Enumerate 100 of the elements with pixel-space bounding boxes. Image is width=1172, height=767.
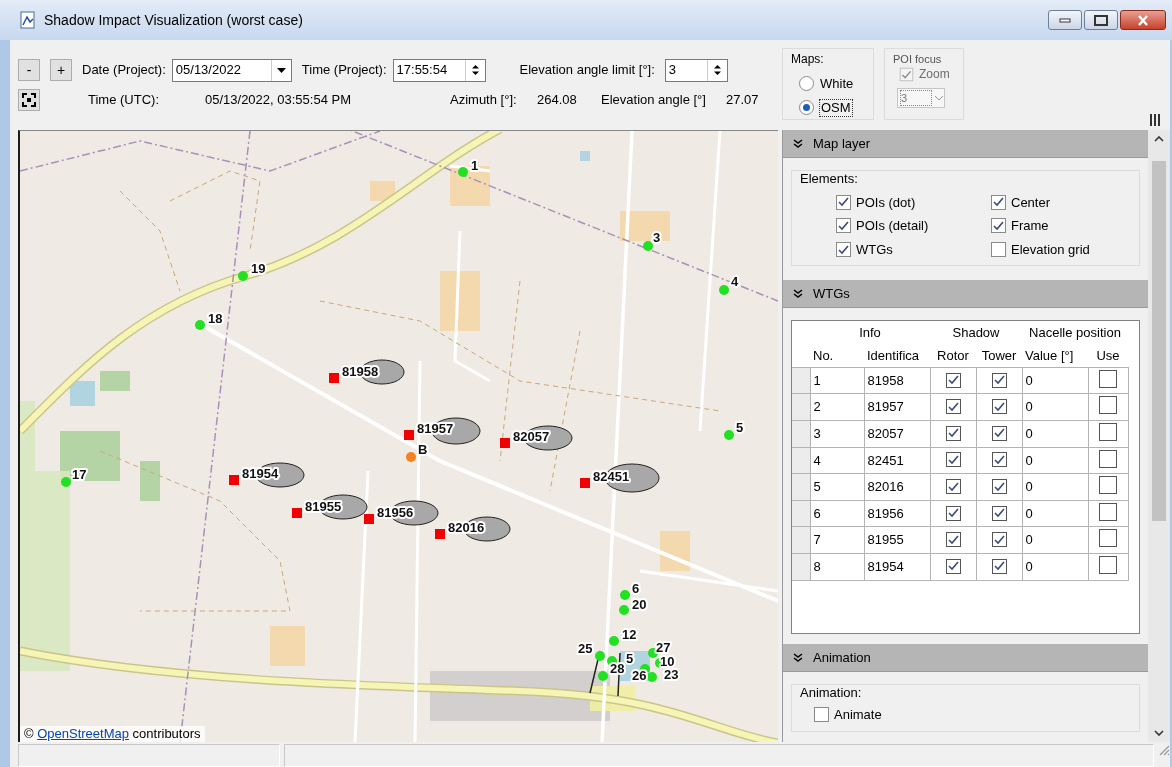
- checkbox[interactable]: [1099, 556, 1117, 575]
- zoom-label: Zoom: [919, 66, 950, 82]
- date-field[interactable]: 05/13/2022: [171, 58, 292, 82]
- table-cell: 82057: [864, 420, 930, 448]
- poi-label: 3: [653, 230, 661, 245]
- radio-button[interactable]: [799, 100, 814, 116]
- poi-marker: [620, 590, 630, 600]
- elevation-limit-field[interactable]: 3: [664, 58, 728, 82]
- table-cell: 81955: [864, 526, 930, 554]
- checkbox-label: Center: [1011, 194, 1051, 211]
- water-area: [70, 381, 95, 406]
- poi-label: 25: [578, 641, 593, 656]
- table-cell: 7: [810, 526, 864, 554]
- checkbox[interactable]: [945, 425, 961, 441]
- farm-building-area: [620, 211, 670, 241]
- checkbox[interactable]: [836, 194, 851, 210]
- checkbox[interactable]: [991, 399, 1007, 415]
- poi-label: 5: [626, 651, 634, 666]
- checkbox[interactable]: [945, 505, 961, 521]
- radio-button[interactable]: [799, 75, 814, 91]
- window-title: Shadow Impact Visualization (worst case): [44, 11, 304, 29]
- checkbox[interactable]: [945, 452, 961, 468]
- checkbox[interactable]: [991, 425, 1007, 441]
- elevation-angle-label: Elevation angle [°]: [601, 92, 707, 108]
- checkbox[interactable]: [1099, 423, 1117, 442]
- checkbox[interactable]: [1099, 369, 1117, 388]
- table-cell: 82451: [864, 447, 930, 474]
- checkbox-label: Elevation grid: [1011, 241, 1090, 258]
- poi-label: 26: [632, 668, 647, 683]
- table-cell: 4: [810, 447, 864, 474]
- center-label: B: [418, 442, 428, 457]
- checkbox[interactable]: [1099, 449, 1117, 468]
- spinner-arrows-icon[interactable]: [471, 64, 479, 76]
- checkbox[interactable]: [991, 242, 1006, 258]
- column-group-header: Info: [858, 324, 882, 343]
- app-icon: [20, 11, 36, 29]
- minimize-button[interactable]: [1048, 10, 1082, 30]
- checkbox[interactable]: [945, 479, 961, 494]
- spinner-arrows-icon[interactable]: [713, 64, 721, 76]
- column-menu-icon[interactable]: [1150, 114, 1160, 126]
- zoom-in-button[interactable]: +: [50, 59, 72, 81]
- poi-marker: [643, 241, 653, 251]
- poi-marker: [458, 167, 468, 177]
- poi-marker: [61, 477, 71, 487]
- turbine-marker: [292, 508, 302, 518]
- poi-marker: [724, 430, 734, 440]
- attribution-link[interactable]: OpenStreetMap: [37, 726, 129, 742]
- maximize-icon: [1094, 14, 1108, 26]
- table-cell: 81956: [864, 500, 930, 527]
- scrollbar-thumb[interactable]: [1152, 161, 1166, 521]
- section-header[interactable]: Animation: [783, 644, 1148, 673]
- table-cell: 0: [1022, 500, 1088, 527]
- close-button[interactable]: [1120, 10, 1166, 30]
- park-area: [100, 371, 130, 391]
- turbine-label: 81958: [342, 364, 379, 379]
- column-header: Use: [1088, 344, 1128, 368]
- checkbox[interactable]: [1099, 502, 1117, 521]
- poi-label: 19: [251, 261, 266, 276]
- poi-label: 1: [471, 158, 479, 173]
- table-cell: 1: [810, 367, 864, 394]
- farm-building-area: [440, 271, 480, 331]
- resize-grip-icon[interactable]: [1158, 744, 1170, 756]
- zoom-out-button[interactable]: -: [18, 59, 40, 81]
- checkbox[interactable]: [991, 452, 1007, 468]
- maximize-button[interactable]: [1084, 10, 1118, 30]
- time-field[interactable]: 17:55:54: [392, 58, 486, 82]
- scroll-down-icon[interactable]: [1154, 730, 1164, 736]
- poi-marker: [619, 605, 629, 615]
- table-cell: 81954: [864, 553, 930, 581]
- checkbox[interactable]: [945, 558, 961, 574]
- checkbox[interactable]: [991, 532, 1007, 548]
- double-chevron-icon: [793, 652, 803, 663]
- checkbox[interactable]: [991, 372, 1007, 388]
- table-cell: 8: [810, 553, 864, 581]
- radio-label: OSM: [820, 100, 852, 116]
- time-label: Time (Project):: [301, 62, 387, 78]
- checkbox[interactable]: [991, 218, 1006, 234]
- checkbox[interactable]: [945, 372, 961, 388]
- farm-building-area: [270, 626, 305, 666]
- checkbox[interactable]: [945, 399, 961, 415]
- section-header[interactable]: Map layer: [783, 130, 1148, 158]
- scroll-up-icon[interactable]: [1154, 136, 1164, 142]
- checkbox[interactable]: [991, 558, 1007, 574]
- farm-building-area: [370, 181, 395, 201]
- turbine-marker: [435, 529, 445, 539]
- fit-view-button[interactable]: [18, 89, 40, 111]
- checkbox[interactable]: [1099, 396, 1117, 415]
- checkbox[interactable]: [836, 218, 851, 234]
- checkbox[interactable]: [945, 532, 961, 548]
- section-header[interactable]: WTGs: [783, 280, 1148, 309]
- scrollbar[interactable]: [1148, 130, 1170, 742]
- checkbox[interactable]: [991, 505, 1007, 521]
- checkbox[interactable]: [991, 194, 1006, 210]
- table-cell: 0: [1022, 526, 1088, 554]
- checkbox-label: POIs (detail): [856, 218, 929, 234]
- checkbox[interactable]: [814, 707, 829, 723]
- checkbox[interactable]: [836, 242, 851, 258]
- checkbox[interactable]: [1099, 476, 1117, 495]
- checkbox[interactable]: [991, 479, 1007, 494]
- checkbox[interactable]: [1099, 529, 1117, 548]
